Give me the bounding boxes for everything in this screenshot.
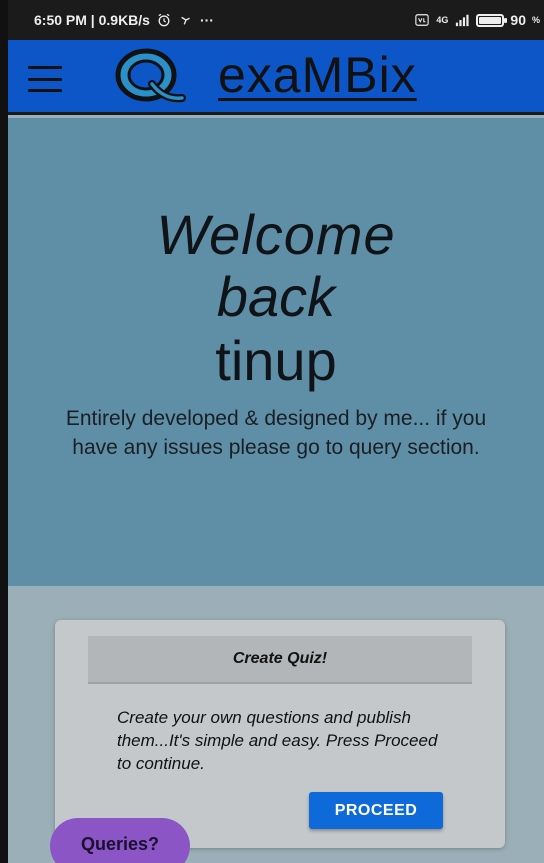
hamburger-line xyxy=(28,77,62,81)
hamburger-line xyxy=(28,89,62,92)
card-title: Create Quiz! xyxy=(88,636,472,684)
more-notifications: ··· xyxy=(199,12,214,28)
status-left: 6:50 PM | 0.9KB/s ··· xyxy=(34,12,214,28)
hamburger-menu-icon[interactable] xyxy=(28,66,62,92)
welcome-hero: Welcome back tinup Entirely developed & … xyxy=(8,118,544,586)
brand-link[interactable]: exaMBix xyxy=(218,46,417,104)
app-screen: 6:50 PM | 0.9KB/s ··· 4G 90 % exaMBix We… xyxy=(8,0,544,863)
volte-icon xyxy=(415,14,430,26)
queries-button[interactable]: Queries? xyxy=(50,818,190,863)
battery-icon xyxy=(476,13,508,27)
card-body-text: Create your own questions and publish th… xyxy=(117,708,438,773)
hero-description: Entirely developed & designed by me... i… xyxy=(65,407,487,459)
app-bar: exaMBix xyxy=(8,40,544,115)
status-right: 4G 90% xyxy=(414,12,540,28)
battery-unit: % xyxy=(531,15,540,25)
status-bar: 6:50 PM | 0.9KB/s ··· 4G 90 % xyxy=(8,0,544,40)
hamburger-line xyxy=(28,66,62,69)
username: tinup xyxy=(215,329,337,392)
alarm-icon xyxy=(158,13,170,27)
create-quiz-card: Create Quiz! Create your own questions a… xyxy=(55,620,505,848)
network-type: 4G xyxy=(436,15,449,25)
time-speed: 6:50 PM | 0.9KB/s xyxy=(34,12,150,28)
q-logo-icon[interactable] xyxy=(108,46,188,106)
battery-percent: 90 xyxy=(510,12,526,28)
direction-icon xyxy=(181,16,190,25)
back-text: back xyxy=(216,265,336,328)
welcome-text: Welcome xyxy=(156,203,396,266)
signal-icon xyxy=(456,14,469,27)
battery-fill xyxy=(479,16,501,24)
proceed-button[interactable]: PROCEED xyxy=(309,792,443,829)
